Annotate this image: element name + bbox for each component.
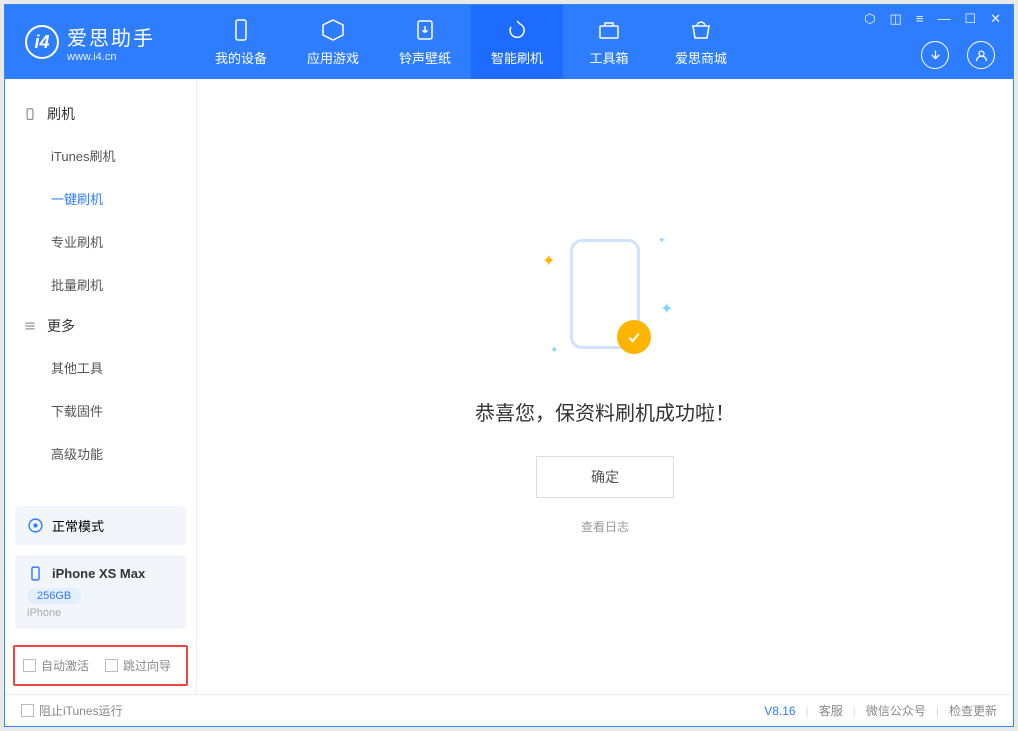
checkbox-block-itunes[interactable]: 阻止iTunes运行 <box>21 702 123 719</box>
phone-icon <box>23 107 37 121</box>
lock-icon[interactable]: ◫ <box>890 11 902 27</box>
update-link[interactable]: 检查更新 <box>949 702 997 719</box>
success-illustration <box>570 239 640 349</box>
version-label: V8.16 <box>764 704 795 718</box>
tab-my-device[interactable]: 我的设备 <box>195 5 287 79</box>
minimize-button[interactable]: — <box>937 11 950 27</box>
sidebar-group-flash: 刷机 <box>5 94 196 134</box>
sparkle-icon <box>542 251 550 259</box>
tab-label: 铃声壁纸 <box>399 48 451 67</box>
apps-icon <box>321 18 345 42</box>
titlebar: i4 爱思助手 www.i4.cn 我的设备 应用游戏 铃声壁纸 智能刷机 <box>5 5 1013 79</box>
success-message: 恭喜您，保资料刷机成功啦！ <box>475 397 735 426</box>
ringtone-icon <box>413 18 437 42</box>
tab-label: 我的设备 <box>215 48 267 67</box>
device-name: iPhone XS Max <box>52 566 145 581</box>
main-content: 恭喜您，保资料刷机成功啦！ 确定 查看日志 <box>197 79 1013 694</box>
sidebar-item-batch-flash[interactable]: 批量刷机 <box>5 263 196 306</box>
mode-label: 正常模式 <box>52 516 104 535</box>
sidebar: 刷机 iTunes刷机 一键刷机 专业刷机 批量刷机 更多 其他工具 下载固件 … <box>5 79 197 694</box>
sidebar-item-itunes-flash[interactable]: iTunes刷机 <box>5 134 196 177</box>
sidebar-item-pro-flash[interactable]: 专业刷机 <box>5 220 196 263</box>
phone-illustration <box>570 239 640 349</box>
sidebar-item-download-fw[interactable]: 下载固件 <box>5 389 196 432</box>
device-type: iPhone <box>27 607 174 619</box>
main-tabs: 我的设备 应用游戏 铃声壁纸 智能刷机 工具箱 爱思商城 <box>195 5 747 79</box>
download-button[interactable] <box>921 41 949 69</box>
support-link[interactable]: 客服 <box>819 702 843 719</box>
checkbox-label: 自动激活 <box>41 657 89 674</box>
wechat-link[interactable]: 微信公众号 <box>866 702 926 719</box>
body: 刷机 iTunes刷机 一键刷机 专业刷机 批量刷机 更多 其他工具 下载固件 … <box>5 79 1013 694</box>
sparkle-icon <box>660 299 668 307</box>
menu-icon[interactable]: ≡ <box>916 11 924 27</box>
logo-area: i4 爱思助手 www.i4.cn <box>5 5 195 79</box>
device-capacity: 256GB <box>27 588 81 604</box>
account-button[interactable] <box>967 41 995 69</box>
device-card[interactable]: iPhone XS Max 256GB iPhone <box>15 555 186 629</box>
window-controls: ⬡ ◫ ≡ — ☐ ✕ <box>864 5 1013 79</box>
toolbox-icon <box>597 18 621 42</box>
mode-card[interactable]: 正常模式 <box>15 506 186 545</box>
tab-label: 应用游戏 <box>307 48 359 67</box>
view-log-link[interactable]: 查看日志 <box>581 518 629 535</box>
tab-store[interactable]: 爱思商城 <box>655 5 747 79</box>
highlight-checks: 自动激活 跳过向导 <box>13 645 188 686</box>
status-bar: 阻止iTunes运行 V8.16 | 客服 | 微信公众号 | 检查更新 <box>5 694 1013 726</box>
store-icon <box>689 18 713 42</box>
group-title: 刷机 <box>47 104 75 124</box>
checkbox-label: 阻止iTunes运行 <box>39 702 123 719</box>
app-window: i4 爱思助手 www.i4.cn 我的设备 应用游戏 铃声壁纸 智能刷机 <box>4 4 1014 727</box>
status-right: V8.16 | 客服 | 微信公众号 | 检查更新 <box>764 702 997 719</box>
tab-flash[interactable]: 智能刷机 <box>471 5 563 79</box>
tab-label: 智能刷机 <box>491 48 543 67</box>
checkbox-icon <box>21 704 34 717</box>
sidebar-list: 刷机 iTunes刷机 一键刷机 专业刷机 批量刷机 更多 其他工具 下载固件 … <box>5 79 196 506</box>
sidebar-item-oneclick-flash[interactable]: 一键刷机 <box>5 177 196 220</box>
checkbox-icon <box>105 659 118 672</box>
logo-icon: i4 <box>25 25 59 59</box>
app-name: 爱思助手 <box>67 22 155 51</box>
sidebar-bottom: 正常模式 iPhone XS Max 256GB iPhone <box>5 506 196 639</box>
check-badge-icon <box>617 320 651 354</box>
flash-icon <box>505 18 529 42</box>
checkbox-icon <box>23 659 36 672</box>
sparkle-icon <box>658 235 666 243</box>
device-icon <box>229 18 253 42</box>
more-icon <box>23 319 37 333</box>
app-url: www.i4.cn <box>67 51 155 63</box>
mode-icon <box>27 517 44 534</box>
sidebar-item-other-tools[interactable]: 其他工具 <box>5 346 196 389</box>
tab-label: 爱思商城 <box>675 48 727 67</box>
device-icon <box>27 565 44 582</box>
sparkle-icon <box>550 345 558 353</box>
checkbox-auto-activate[interactable]: 自动激活 <box>23 657 89 674</box>
group-title: 更多 <box>47 316 75 336</box>
ok-button[interactable]: 确定 <box>536 456 674 498</box>
tab-label: 工具箱 <box>589 48 628 67</box>
checkbox-skip-guide[interactable]: 跳过向导 <box>105 657 171 674</box>
sidebar-group-more: 更多 <box>5 306 196 346</box>
tab-apps[interactable]: 应用游戏 <box>287 5 379 79</box>
close-button[interactable]: ✕ <box>990 11 1001 27</box>
tab-ringtones[interactable]: 铃声壁纸 <box>379 5 471 79</box>
maximize-button[interactable]: ☐ <box>964 11 976 27</box>
tab-toolbox[interactable]: 工具箱 <box>563 5 655 79</box>
shirt-icon[interactable]: ⬡ <box>864 11 875 27</box>
sidebar-item-advanced[interactable]: 高级功能 <box>5 432 196 475</box>
checkbox-label: 跳过向导 <box>123 657 171 674</box>
logo-text: 爱思助手 www.i4.cn <box>67 22 155 63</box>
